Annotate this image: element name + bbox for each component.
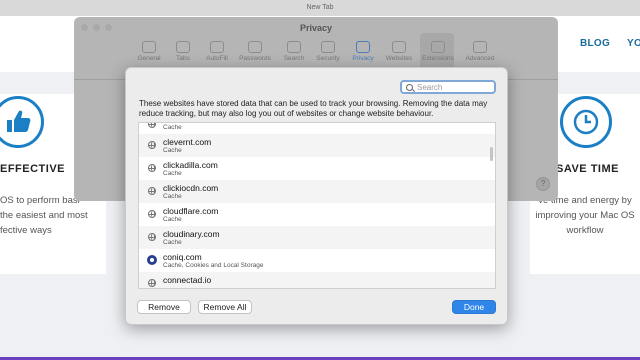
search-icon xyxy=(287,41,301,53)
data-kind: Cache xyxy=(163,170,182,177)
data-kind: Cache xyxy=(163,239,182,246)
globe-icon xyxy=(148,141,156,149)
globe-icon xyxy=(148,164,156,172)
tab-label: Tabs xyxy=(176,55,190,62)
tab-label: Security xyxy=(316,55,340,62)
list-scrollbar[interactable] xyxy=(490,147,493,161)
thumbs-up-icon xyxy=(0,96,44,148)
hand-icon xyxy=(356,41,370,53)
list-item[interactable]: clickadilla.com Cache xyxy=(139,157,495,180)
list-item[interactable]: coniq.com Cache, Cookies and Local Stora… xyxy=(139,249,495,272)
tab-label: General xyxy=(137,55,161,62)
globe-icon xyxy=(148,123,156,128)
tab-label: Advanced xyxy=(465,55,495,62)
nav-link-partial[interactable]: YO xyxy=(627,38,640,49)
globe-icon xyxy=(148,233,156,241)
list-item[interactable]: Cache xyxy=(139,123,495,134)
tab-label: Passwords xyxy=(239,55,271,62)
tab-label: Search xyxy=(283,55,305,62)
tab-label: Websites xyxy=(385,55,413,62)
tab-label: Extensions xyxy=(422,55,454,62)
list-item[interactable]: connectad.io xyxy=(139,272,495,288)
data-kind: Cache xyxy=(163,193,182,200)
window-title: Privacy xyxy=(299,23,333,33)
site-name: clevernt.com xyxy=(163,137,212,147)
done-button[interactable]: Done xyxy=(452,300,496,314)
feature-line: the easiest and most xyxy=(0,210,88,221)
website-data-list[interactable]: Cache clevernt.com Cache clickadilla.com… xyxy=(138,122,496,289)
search-input[interactable] xyxy=(417,82,493,92)
help-button[interactable]: ? xyxy=(536,177,550,191)
browser-tab-title: New Tab xyxy=(0,0,640,16)
data-kind: Cache, Cookies and Local Storage xyxy=(163,262,264,269)
site-name: cloudflare.com xyxy=(163,206,219,216)
globe-icon xyxy=(148,279,156,287)
search-field[interactable] xyxy=(400,80,496,94)
list-item[interactable]: clevernt.com Cache xyxy=(139,134,495,157)
feature-line: fective ways xyxy=(0,225,52,236)
feature-line: improving your Mac OS xyxy=(535,210,635,221)
feature-title-effective: EFFECTIVE xyxy=(0,163,66,175)
data-kind: Cache xyxy=(163,147,182,154)
clock-icon xyxy=(560,96,612,148)
remove-all-button[interactable]: Remove All xyxy=(198,300,252,314)
globe-icon xyxy=(148,210,156,218)
tabs-icon xyxy=(176,41,190,53)
key-icon xyxy=(248,41,262,53)
site-name: connectad.io xyxy=(163,275,212,285)
feature-line: workflow xyxy=(566,225,604,236)
data-kind: Cache xyxy=(163,216,182,223)
feature-title-save-time: SAVE TIME xyxy=(556,163,619,175)
globe-icon xyxy=(148,187,156,195)
globe-icon xyxy=(392,41,406,53)
lock-icon xyxy=(321,41,335,53)
data-kind: Cache xyxy=(163,124,182,131)
coniq-icon xyxy=(147,255,157,265)
gears-icon xyxy=(473,41,487,53)
tab-label: AutoFill xyxy=(206,55,228,62)
search-icon xyxy=(406,83,413,91)
autofill-icon xyxy=(210,41,224,53)
sheet-description: These websites have stored data that can… xyxy=(139,99,488,118)
puzzle-icon xyxy=(431,41,445,53)
remove-button[interactable]: Remove xyxy=(137,300,191,314)
general-icon xyxy=(142,41,156,53)
website-data-sheet: These websites have stored data that can… xyxy=(125,67,508,325)
list-item[interactable]: clickiocdn.com Cache xyxy=(139,180,495,203)
nav-link-blog[interactable]: BLOG xyxy=(580,38,610,49)
site-name: cloudinary.com xyxy=(163,229,220,239)
site-name: clickadilla.com xyxy=(163,160,218,170)
site-name: clickiocdn.com xyxy=(163,183,219,193)
list-item[interactable]: cloudflare.com Cache xyxy=(139,203,495,226)
site-name: coniq.com xyxy=(163,252,202,262)
tab-label: Privacy xyxy=(352,55,374,62)
list-item[interactable]: cloudinary.com Cache xyxy=(139,226,495,249)
